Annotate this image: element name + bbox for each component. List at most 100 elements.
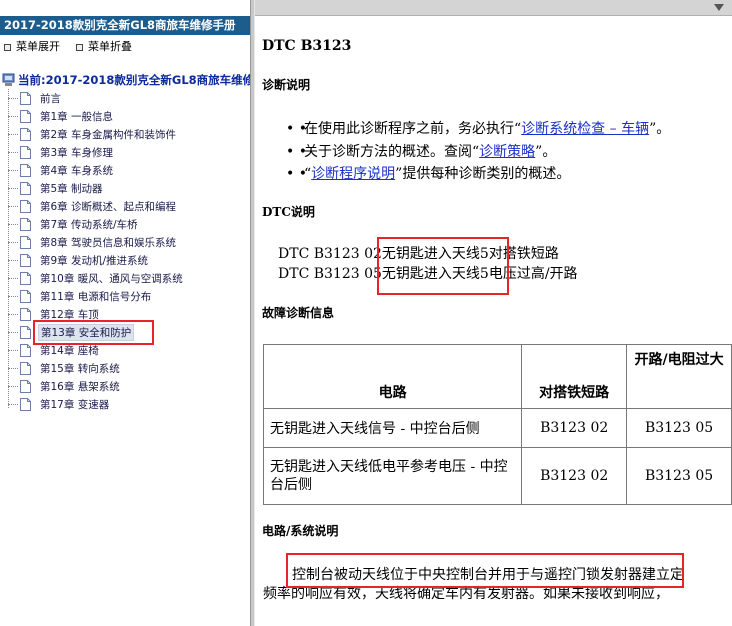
document-content: DTC B3123 诊断说明 • •在使用此诊断程序之前，务必执行“诊断系统检查… <box>256 16 732 626</box>
document-icon <box>20 271 31 285</box>
document-icon <box>20 199 31 213</box>
bullet-text: 在使用此诊断程序之前，务必执行“ <box>304 121 522 137</box>
tree-item-label: 第13章 安全和防护 <box>38 323 135 341</box>
link-diagnostic-strategy[interactable]: 诊断策略 <box>479 144 535 160</box>
tree-item[interactable]: 第13章 安全和防护 <box>8 323 248 341</box>
diagnostic-instructions-heading: 诊断说明 <box>262 78 311 92</box>
tree-item-label: 第16章 悬架系统 <box>40 380 120 393</box>
document-icon <box>20 379 31 393</box>
menu-collapse-label: 菜单折叠 <box>88 40 132 53</box>
tree-item[interactable]: 第7章 传动系统/车桥 <box>8 215 248 233</box>
document-icon <box>20 91 31 105</box>
tree-item[interactable]: 第5章 制动器 <box>8 179 248 197</box>
dtc-description-heading: DTC说明 <box>262 205 315 219</box>
tree-item[interactable]: 第6章 诊断概述、起点和编程 <box>8 197 248 215</box>
tree-connector <box>8 259 18 261</box>
dtc-line: DTC B3123 02无钥匙进入天线5对搭铁短路 <box>278 243 559 263</box>
tree-item[interactable]: 第3章 车身修理 <box>8 143 248 161</box>
tree-item[interactable]: 第2章 车身金属构件和装饰件 <box>8 125 248 143</box>
table-cell: B3123 05 <box>626 408 732 448</box>
dtc-line: DTC B3123 05无钥匙进入天线5电压过高/开路 <box>278 263 578 283</box>
tree-item-label: 第10章 暖风、通风与空调系统 <box>40 272 183 285</box>
dropdown-triangle-icon[interactable] <box>714 4 724 11</box>
tree-item-label: 第7章 传动系统/车桥 <box>40 218 138 231</box>
tree-item[interactable]: 第8章 驾驶员信息和娱乐系统 <box>8 233 248 251</box>
tree-item[interactable]: 第14章 座椅 <box>8 341 248 359</box>
tree-item[interactable]: 第9章 发动机/推进系统 <box>8 251 248 269</box>
paragraph-line: 控制台被动天线位于中央控制台并用于与遥控门锁发射器建立定 <box>292 567 684 583</box>
tree-item-label: 第4章 车身系统 <box>40 164 114 177</box>
tree-item-label: 第3章 车身修理 <box>40 146 114 159</box>
table-cell: B3123 02 <box>521 447 628 505</box>
table-row: 无钥匙进入天线低电平参考电压 - 中控台后侧 B3123 02 B3123 05 <box>262 447 732 505</box>
tree-item[interactable]: 第10章 暖风、通风与空调系统 <box>8 269 248 287</box>
tree-item-label: 第5章 制动器 <box>40 182 103 195</box>
navigation-pane: 2017-2018款别克全新GL8商旅车维修手册 菜单展开 菜单折叠 当前:20… <box>0 0 250 626</box>
table-header-row: 电路 对搭铁短路 开路/电阻过大 <box>262 344 732 409</box>
menu-expand-button[interactable]: 菜单展开 <box>4 38 60 56</box>
tree-item-label: 第12章 车顶 <box>40 308 99 321</box>
pane-splitter[interactable] <box>250 0 255 626</box>
circuit-description-heading: 电路/系统说明 <box>262 524 339 538</box>
page-title: DTC B3123 <box>262 38 352 54</box>
tree-connector <box>8 385 18 387</box>
tree-item[interactable]: 第12章 车顶 <box>8 305 248 323</box>
document-icon <box>20 217 31 231</box>
document-icon <box>20 343 31 357</box>
menu-collapse-button[interactable]: 菜单折叠 <box>76 38 132 56</box>
table-header-cell: 对搭铁短路 <box>521 344 628 409</box>
document-icon <box>20 307 31 321</box>
table-cell: B3123 05 <box>626 447 732 505</box>
collapse-square-icon <box>76 43 83 51</box>
tree-connector <box>8 187 18 189</box>
tree-item[interactable]: 第4章 车身系统 <box>8 161 248 179</box>
tree-item[interactable]: 前言 <box>8 89 248 107</box>
table-header-cell: 开路/电阻过大 <box>626 344 732 409</box>
bullet-item: • •在使用此诊断程序之前，务必执行“诊断系统检查 – 车辆”。 <box>286 121 671 137</box>
diagnosis-table: 电路 对搭铁短路 开路/电阻过大 无钥匙进入天线信号 - 中控台后侧 B3123… <box>262 344 732 505</box>
expand-square-icon <box>4 43 11 51</box>
tree-item[interactable]: 第1章 一般信息 <box>8 107 248 125</box>
bullet-text: ”。 <box>535 144 557 160</box>
table-cell: 无钥匙进入天线低电平参考电压 - 中控台后侧 <box>262 447 523 505</box>
tree-root-label: 当前:2017-2018款别克全新GL8商旅车维修 <box>18 73 250 87</box>
tree-item-label: 第11章 电源和信号分布 <box>40 290 152 303</box>
tree-item[interactable]: 第11章 电源和信号分布 <box>8 287 248 305</box>
link-diagnostic-procedure-description[interactable]: 诊断程序说明 <box>311 166 395 182</box>
tree-item[interactable]: 第17章 变速器 <box>8 395 248 413</box>
dtc-desc: 无钥匙进入天线5对搭铁短路 <box>381 246 559 262</box>
dtc-code: DTC B3123 05 <box>278 266 382 282</box>
tree-connector <box>8 205 18 207</box>
paragraph-line: 频率的响应有效，天线将确定车内有发射器。如果未接收到响应， <box>263 586 669 602</box>
fault-diagnosis-heading: 故障诊断信息 <box>262 306 335 320</box>
document-icon <box>20 397 31 411</box>
table-row: 无钥匙进入天线信号 - 中控台后侧 B3123 02 B3123 05 <box>262 408 732 448</box>
bullet-text: ”提供每种诊断类别的概述。 <box>395 166 571 182</box>
document-icon <box>20 289 31 303</box>
tree-item-label: 第15章 转向系统 <box>40 362 120 375</box>
tree-connector <box>8 331 18 333</box>
tree-item-label: 第2章 车身金属构件和装饰件 <box>40 128 177 141</box>
menu-bar: 菜单展开 菜单折叠 <box>0 38 250 56</box>
menu-expand-label: 菜单展开 <box>16 40 60 53</box>
tree-connector <box>8 151 18 153</box>
tree-item-label: 第1章 一般信息 <box>40 110 114 123</box>
bullet-text: 关于诊断方法的概述。查阅“ <box>304 144 480 160</box>
dtc-code: DTC B3123 02 <box>278 246 382 262</box>
tree-item-label: 第9章 发动机/推进系统 <box>40 254 149 267</box>
link-diagnostic-system-check[interactable]: 诊断系统检查 – 车辆 <box>521 121 649 137</box>
document-icon <box>20 325 31 339</box>
dtc-desc: 无钥匙进入天线5电压过高/开路 <box>381 266 578 282</box>
tree-item-label: 第6章 诊断概述、起点和编程 <box>40 200 177 213</box>
tree-item[interactable]: 第15章 转向系统 <box>8 359 248 377</box>
table-header-cell: 电路 <box>262 344 523 409</box>
document-icon <box>20 145 31 159</box>
tree-root[interactable]: 当前:2017-2018款别克全新GL8商旅车维修 <box>2 71 250 89</box>
bullet-item: • •关于诊断方法的概述。查阅“诊断策略”。 <box>286 144 557 160</box>
tree-item[interactable]: 第16章 悬架系统 <box>8 377 248 395</box>
tree-connector <box>8 349 18 351</box>
tree-connector <box>8 367 18 369</box>
document-icon <box>20 253 31 267</box>
tree-connector <box>8 97 18 99</box>
tree-connector <box>8 277 18 279</box>
